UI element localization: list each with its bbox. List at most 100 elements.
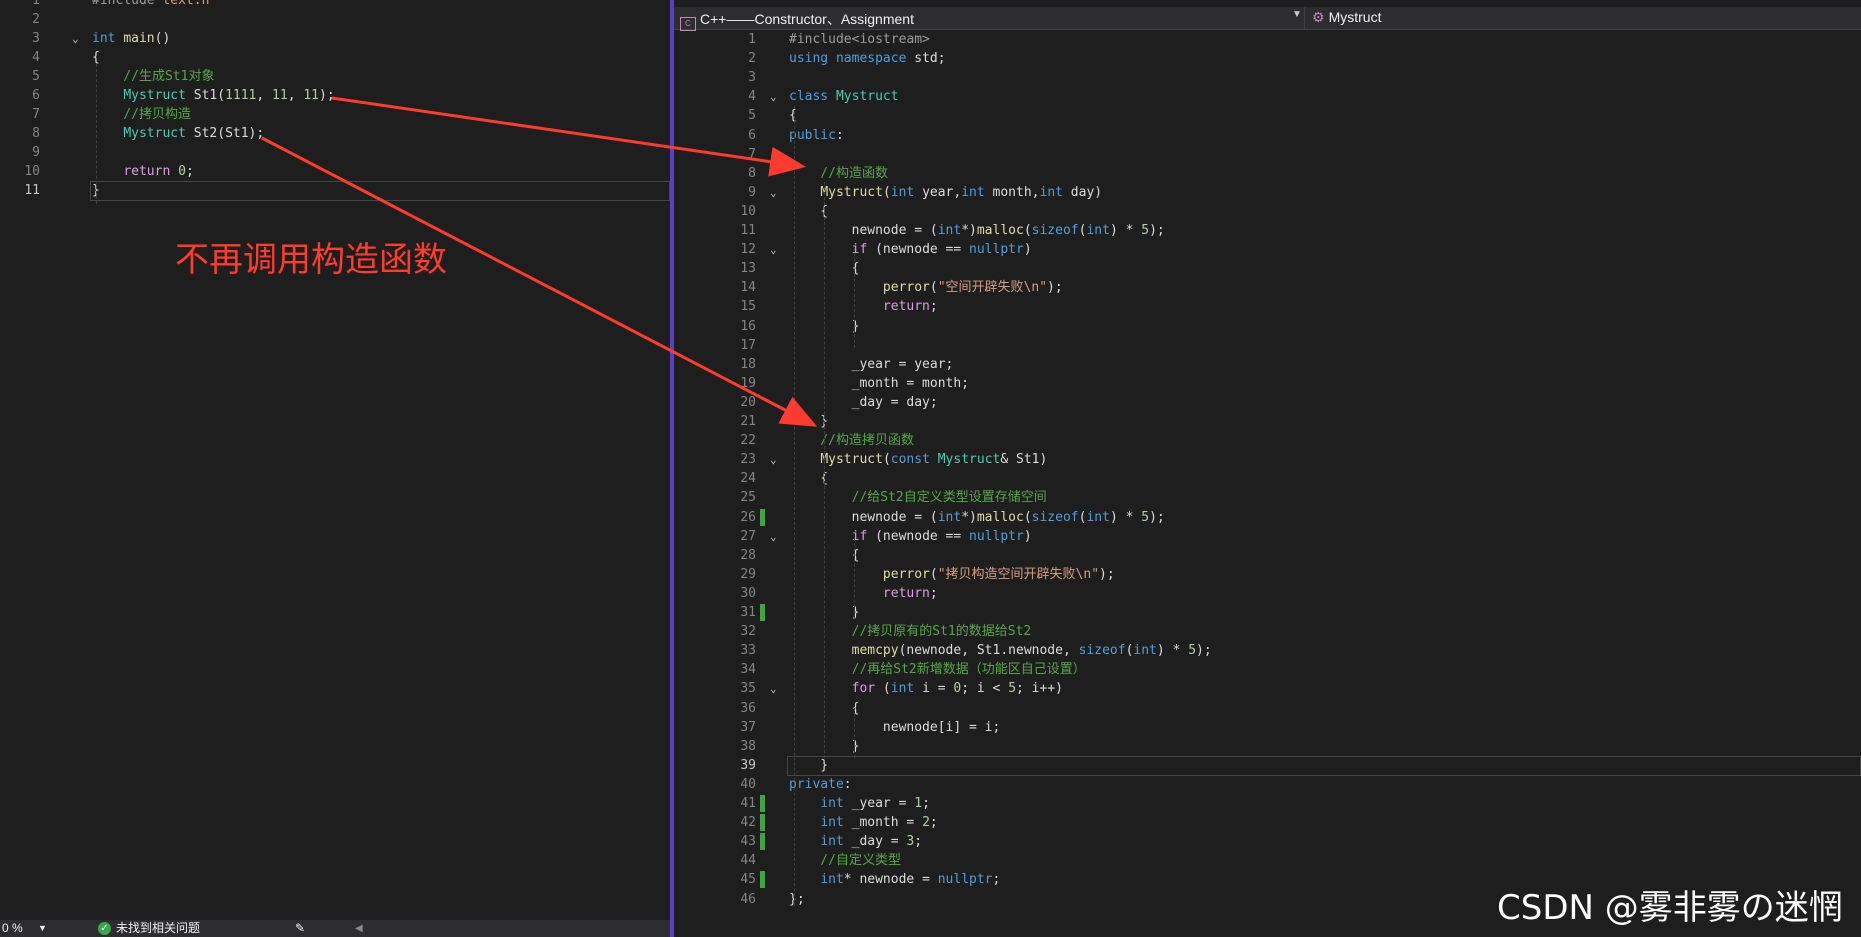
code-line[interactable]: 38 } [674,737,1861,756]
code-text[interactable]: int* newnode = nullptr; [789,870,1000,889]
code-line[interactable]: 8 Mystruct St2(St1); [0,124,670,143]
code-text[interactable]: _day = day; [789,393,938,412]
code-line[interactable]: 19 _month = month; [674,374,1861,393]
fold-chevron-icon[interactable]: ⌄ [770,87,777,106]
fold-chevron-icon[interactable]: ⌄ [770,679,777,698]
project-dropdown[interactable]: C C++——Constructor、Assignment [680,9,914,31]
code-line[interactable]: 25 //给St2自定义类型设置存储空间 [674,488,1861,507]
code-line[interactable]: 6 public: [674,126,1861,145]
code-line[interactable]: 24 { [674,469,1861,488]
fold-chevron-icon[interactable]: ⌄ [770,183,777,202]
code-line[interactable]: 7 [674,145,1861,164]
code-text[interactable]: //构造拷贝函数 [789,431,914,450]
chevron-down-icon[interactable]: ▼ [1292,9,1302,20]
code-text[interactable]: //再给St2新增数据（功能区自己设置） [789,660,1086,679]
code-line[interactable]: 9 ⌄ Mystruct(int year,int month,int day) [674,183,1861,202]
issues-status[interactable]: 未找到相关问题 [116,920,200,937]
code-text[interactable]: newnode = (int*)malloc(sizeof(int) * 5); [789,508,1165,527]
code-line[interactable]: 32 //拷贝原有的St1的数据给St2 [674,622,1861,641]
code-line[interactable]: 42 int _month = 2; [674,813,1861,832]
code-text[interactable]: perror("空间开辟失败\n"); [789,278,1063,297]
code-text[interactable]: perror("拷贝构造空间开辟失败\n"); [789,565,1115,584]
code-line[interactable]: 15 return; [674,297,1861,316]
code-line[interactable]: 22 //构造拷贝函数 [674,431,1861,450]
code-text[interactable]: //构造函数 [789,164,888,183]
chevron-down-icon[interactable]: ▼ [38,920,47,937]
code-line[interactable]: 3 ⌄ int main() [0,29,670,48]
code-text[interactable]: newnode = (int*)malloc(sizeof(int) * 5); [789,221,1165,240]
code-text[interactable]: return; [789,584,938,603]
code-line[interactable]: 23 ⌄ Mystruct(const Mystruct& St1) [674,450,1861,469]
code-line[interactable]: 10 return 0; [0,162,670,181]
code-line[interactable]: 5 //生成St1对象 [0,67,670,86]
code-text[interactable]: }; [789,890,805,909]
code-text[interactable]: //给St2自定义类型设置存储空间 [789,488,1047,507]
right-editor-pane[interactable]: C C++——Constructor、Assignment ▼ ⚙ Mystruct… [674,0,1861,937]
code-text[interactable]: //拷贝构造 [92,105,191,124]
code-text[interactable]: //拷贝原有的St1的数据给St2 [789,622,1032,641]
code-line[interactable]: 11} [0,181,670,201]
code-line[interactable]: 26 newnode = (int*)malloc(sizeof(int) * … [674,508,1861,527]
code-text[interactable]: Mystruct St1(1111, 11, 11); [92,86,334,105]
code-text[interactable]: int _year = 1; [789,794,930,813]
code-line[interactable]: 3 [674,68,1861,87]
code-text[interactable]: using namespace std; [789,49,946,68]
code-text[interactable]: //自定义类型 [789,851,901,870]
code-text[interactable]: _year = year; [789,355,954,374]
fold-chevron-icon[interactable]: ⌄ [770,527,777,546]
code-text[interactable]: int _month = 2; [789,813,937,832]
code-line[interactable]: 10 { [674,202,1861,221]
left-editor-pane[interactable]: 1 #include text.h 2 3 ⌄ int main() 4{5 //生成St1… [0,0,670,937]
brush-icon[interactable]: ✎ [295,920,305,937]
code-line[interactable]: 4 ⌄ class Mystruct [674,87,1861,106]
code-line[interactable]: 27 ⌄ if (newnode == nullptr) [674,527,1861,546]
code-line[interactable]: 39 } [674,755,1861,776]
code-text[interactable]: if (newnode == nullptr) [789,240,1032,259]
code-line[interactable]: 43 int _day = 3; [674,832,1861,851]
code-text[interactable]: { [789,106,797,125]
code-line[interactable]: 1 #include text.h [0,0,670,10]
code-text[interactable]: private: [789,775,852,794]
code-line[interactable]: 28 { [674,546,1861,565]
code-line[interactable]: 2 using namespace std; [674,49,1861,68]
code-line[interactable]: 16 } [674,317,1861,336]
code-text[interactable]: int main() [92,29,170,48]
code-text[interactable]: #include text.h [92,0,209,10]
fold-chevron-icon[interactable]: ⌄ [770,450,777,469]
code-text[interactable]: public: [789,126,844,145]
code-text[interactable]: for (int i = 0; i < 5; i++) [789,679,1063,698]
code-text[interactable]: Mystruct St2(St1); [92,124,264,143]
code-line[interactable]: 29 perror("拷贝构造空间开辟失败\n"); [674,565,1861,584]
code-line[interactable]: 35 ⌄ for (int i = 0; i < 5; i++) [674,679,1861,698]
code-text[interactable]: int _day = 3; [789,832,922,851]
code-text[interactable]: _month = month; [789,374,969,393]
code-line[interactable]: 8 //构造函数 [674,164,1861,183]
code-text[interactable]: newnode[i] = i; [789,718,1000,737]
code-line[interactable]: 9 [0,143,670,162]
code-line[interactable]: 7 //拷贝构造 [0,105,670,124]
code-line[interactable]: 44 //自定义类型 [674,851,1861,870]
scroll-left-icon[interactable]: ◀ [355,920,363,937]
code-line[interactable]: 34 //再给St2新增数据（功能区自己设置） [674,660,1861,679]
code-text[interactable]: Mystruct(const Mystruct& St1) [789,450,1047,469]
code-line[interactable]: 2 [0,10,670,29]
code-text[interactable]: if (newnode == nullptr) [789,527,1032,546]
code-line[interactable]: 1 #include<iostream> [674,30,1861,49]
code-line[interactable]: 33 memcpy(newnode, St1.newnode, sizeof(i… [674,641,1861,660]
code-line[interactable]: 37 newnode[i] = i; [674,718,1861,737]
code-text[interactable]: class Mystruct [789,87,899,106]
code-line[interactable]: 17 [674,336,1861,355]
code-line[interactable]: 21 } [674,412,1861,431]
code-line[interactable]: 13 { [674,259,1861,278]
code-line[interactable]: 30 return; [674,584,1861,603]
code-line[interactable]: 12 ⌄ if (newnode == nullptr) [674,240,1861,259]
code-line[interactable]: 36 { [674,699,1861,718]
code-text[interactable]: Mystruct(int year,int month,int day) [789,183,1102,202]
code-line[interactable]: 5{ [674,106,1861,125]
code-line[interactable]: 31 } [674,603,1861,622]
code-text[interactable]: memcpy(newnode, St1.newnode, sizeof(int)… [789,641,1212,660]
code-line[interactable]: 4{ [0,48,670,67]
code-line[interactable]: 18 _year = year; [674,355,1861,374]
code-line[interactable]: 6 Mystruct St1(1111, 11, 11); [0,86,670,105]
code-text[interactable]: //生成St1对象 [92,67,214,86]
